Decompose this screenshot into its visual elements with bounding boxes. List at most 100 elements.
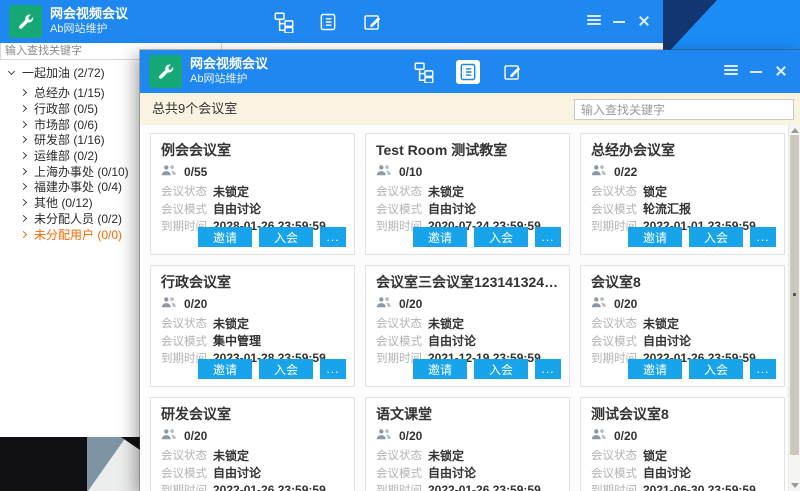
sidebar-tree-item[interactable]: 研发部 (1/16)	[0, 132, 140, 148]
menu-button[interactable]	[586, 13, 602, 29]
meeting-room-card: 会议室三会议室123141324141三会... 0/20 会议状态 未锁定 会…	[365, 265, 570, 387]
close-button[interactable]	[773, 63, 789, 79]
sidebar-tree-item[interactable]: 福建办事处 (0/4)	[0, 179, 140, 195]
meeting-mode-row: 会议模式 自由讨论	[591, 334, 774, 347]
meeting-room-card: 研发会议室 0/20 会议状态 未锁定 会议模式 自由讨论 到期时间 2022-…	[150, 397, 355, 491]
chevron-right-icon	[20, 105, 27, 112]
meeting-status-value: 未锁定	[428, 315, 464, 332]
fg-window-controls	[723, 63, 789, 79]
participant-count-row: 0/20	[376, 428, 559, 444]
sidebar-tree-item[interactable]: 运维部 (0/2)	[0, 148, 140, 164]
sidebar-tree-item[interactable]: 上海办事处 (0/10)	[0, 163, 140, 179]
rooms-search-input[interactable]	[574, 99, 794, 120]
app-title: 网会视频会议	[50, 5, 128, 22]
scroll-down-arrow-icon[interactable]	[791, 483, 799, 488]
participant-count: 0/20	[399, 429, 422, 443]
invite-button[interactable]: 邀请	[628, 359, 682, 379]
menu-button[interactable]	[723, 63, 739, 79]
join-button[interactable]: 入会	[259, 227, 313, 247]
meeting-mode-row: 会议模式 自由讨论	[376, 466, 559, 479]
participants-icon	[591, 427, 607, 445]
more-actions-button[interactable]: ...	[535, 227, 561, 247]
room-name: 语文课堂	[376, 404, 559, 424]
meeting-room-card: 语文课堂 0/20 会议状态 未锁定 会议模式 自由讨论 到期时间 2022-0…	[365, 397, 570, 491]
close-button[interactable]	[636, 13, 652, 29]
join-button[interactable]: 入会	[689, 227, 743, 247]
participant-count: 0/22	[614, 165, 637, 179]
sidebar-tree-item[interactable]: 总经办 (1/15)	[0, 85, 140, 101]
join-button[interactable]: 入会	[689, 359, 743, 379]
expire-time-value: 2022-01-26 23:59:59	[213, 483, 326, 491]
rooms-count-summary: 总共9个会议室	[152, 93, 237, 125]
more-actions-button[interactable]: ...	[320, 359, 346, 379]
sidebar-tree-item[interactable]: 未分配人员 (0/2)	[0, 211, 140, 227]
org-structure-icon[interactable]	[412, 60, 436, 84]
tree-item-label: 总经办 (1/15)	[34, 84, 105, 101]
scroll-up-arrow-icon[interactable]	[791, 128, 799, 133]
org-structure-icon[interactable]	[272, 10, 296, 34]
meeting-status-row: 会议状态 未锁定	[591, 317, 774, 330]
meeting-list-icon[interactable]	[316, 10, 340, 34]
meeting-mode-row: 会议模式 自由讨论	[376, 334, 559, 347]
meeting-mode-label: 会议模式	[376, 333, 428, 349]
meeting-status-row: 会议状态 未锁定	[376, 449, 559, 462]
more-actions-button[interactable]: ...	[320, 227, 346, 247]
app-subtitle: Ab网站维护	[190, 72, 268, 86]
invite-button[interactable]: 邀请	[413, 359, 467, 379]
vertical-scrollbar[interactable]	[788, 125, 800, 491]
tree-item-label: 福建办事处 (0/4)	[34, 178, 122, 195]
participant-count: 0/20	[184, 297, 207, 311]
meeting-mode-value: 自由讨论	[428, 200, 476, 217]
more-actions-button[interactable]: ...	[535, 359, 561, 379]
chevron-right-icon	[20, 183, 27, 190]
minimize-button[interactable]	[611, 13, 627, 29]
expire-time-value: 2021-06-30 23:59:59	[643, 483, 756, 491]
meeting-status-row: 会议状态 未锁定	[161, 185, 344, 198]
card-actions: 邀请 入会 ...	[413, 359, 561, 379]
card-actions: 邀请 入会 ...	[628, 227, 776, 247]
meeting-status-value: 未锁定	[213, 447, 249, 464]
sidebar-tree-item[interactable]: 市场部 (0/6)	[0, 116, 140, 132]
minimize-button[interactable]	[748, 63, 764, 79]
compose-edit-icon[interactable]	[360, 10, 384, 34]
expire-time-label: 到期时间	[591, 482, 643, 491]
meeting-mode-row: 会议模式 集中管理	[161, 334, 344, 347]
expire-time-row: 到期时间 2022-01-26 23:59:59	[161, 484, 344, 491]
sidebar-tree-item[interactable]: 未分配用户 (0/0)	[0, 226, 140, 242]
room-name: 总经办会议室	[591, 140, 774, 160]
join-button[interactable]: 入会	[474, 359, 528, 379]
more-actions-button[interactable]: ...	[750, 359, 776, 379]
participants-icon	[591, 295, 607, 313]
participants-icon	[161, 427, 177, 445]
invite-button[interactable]: 邀请	[198, 227, 252, 247]
meeting-status-row: 会议状态 未锁定	[161, 317, 344, 330]
wallpaper-bottom-left	[0, 437, 140, 491]
join-button[interactable]: 入会	[474, 227, 528, 247]
participant-count: 0/55	[184, 165, 207, 179]
participants-icon	[161, 295, 177, 313]
meeting-status-label: 会议状态	[376, 447, 428, 463]
invite-button[interactable]: 邀请	[198, 359, 252, 379]
compose-edit-icon[interactable]	[500, 60, 524, 84]
meeting-status-value: 锁定	[643, 447, 667, 464]
meeting-status-row: 会议状态 未锁定	[376, 185, 559, 198]
tree-item-label: 未分配人员 (0/2)	[34, 210, 122, 227]
meeting-status-value: 未锁定	[213, 315, 249, 332]
app-subtitle: Ab网站维护	[50, 22, 128, 36]
meeting-status-label: 会议状态	[376, 183, 428, 199]
more-actions-button[interactable]: ...	[750, 227, 776, 247]
invite-button[interactable]: 邀请	[413, 227, 467, 247]
scrollbar-thumb[interactable]	[790, 135, 799, 455]
join-button[interactable]: 入会	[259, 359, 313, 379]
meeting-status-row: 会议状态 锁定	[591, 185, 774, 198]
sidebar-tree-item[interactable]: 其他 (0/12)	[0, 195, 140, 211]
card-actions: 邀请 入会 ...	[198, 359, 346, 379]
expire-time-row: 到期时间 2021-06-30 23:59:59	[591, 484, 774, 491]
invite-button[interactable]: 邀请	[628, 227, 682, 247]
sidebar-tree-item[interactable]: 行政部 (0/5)	[0, 101, 140, 117]
tree-root-item[interactable]: 一起加油 (2/72)	[0, 63, 140, 82]
meeting-mode-label: 会议模式	[161, 465, 213, 481]
room-name: 例会会议室	[161, 140, 344, 160]
meeting-list-icon[interactable]	[456, 60, 480, 84]
org-tree: 一起加油 (2/72) 总经办 (1/15) 行政部 (0/5) 市场部 (0/…	[0, 63, 140, 242]
